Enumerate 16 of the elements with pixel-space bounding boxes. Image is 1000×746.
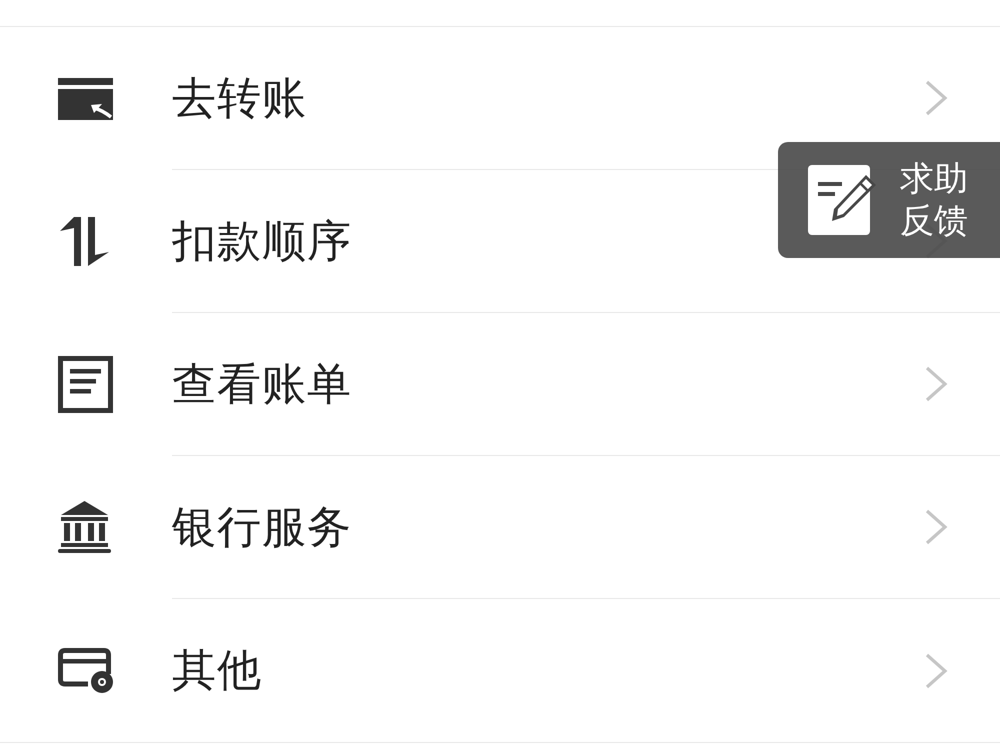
- chevron-right-icon: [925, 509, 948, 545]
- card-gear-icon: [58, 648, 114, 694]
- menu-item-label[interactable]: 查看账单: [172, 354, 352, 414]
- menu-item-label[interactable]: 银行服务: [172, 498, 352, 556]
- sort-arrows-icon: [58, 217, 110, 266]
- bank-icon: [58, 501, 111, 554]
- document-icon: [58, 356, 113, 413]
- menu-item-label[interactable]: 其他: [172, 641, 262, 700]
- note-pencil-icon: [808, 165, 878, 235]
- menu-item-label[interactable]: 去转账: [172, 68, 307, 128]
- chevron-right-icon: [925, 366, 948, 402]
- card-arrow-icon: [58, 78, 113, 120]
- chevron-right-icon: [925, 652, 948, 688]
- feedback-button[interactable]: 求助反馈: [778, 142, 1000, 258]
- menu-item-label[interactable]: 扣款顺序: [172, 212, 352, 270]
- chevron-right-icon: [925, 80, 948, 116]
